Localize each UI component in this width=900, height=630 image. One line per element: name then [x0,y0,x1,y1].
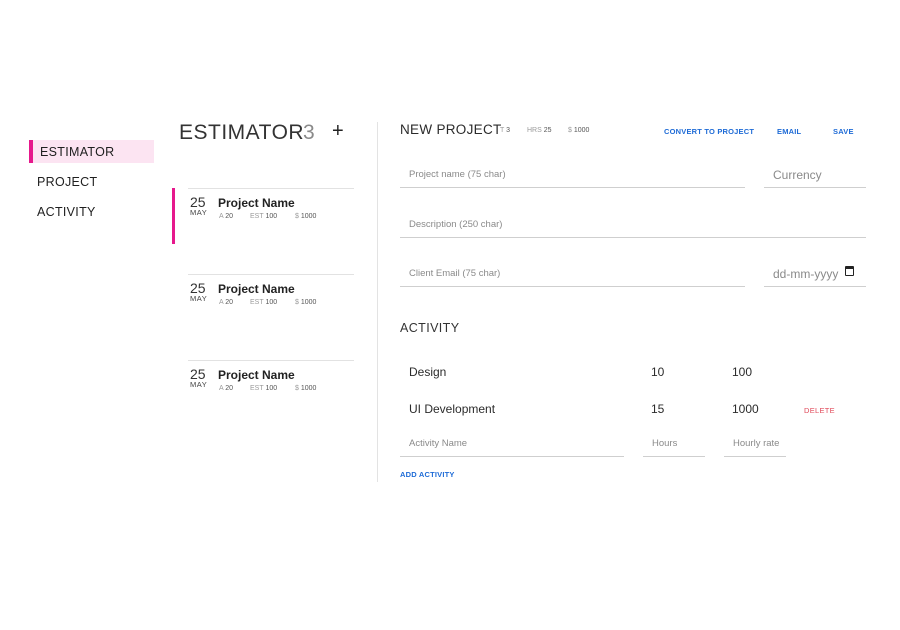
project-estimate-stat: EST 100 [250,385,278,392]
project-cost-stat: $ 1000 [295,299,317,306]
project-count: 3 [303,121,315,144]
project-activities-stat: A 20 [219,213,234,220]
project-name-input[interactable] [400,162,745,188]
cost-stat: $ 1000 [568,127,590,134]
form-title: NEW PROJECT [400,122,502,137]
activity-name[interactable]: Design [409,365,446,379]
activity-rate-input[interactable] [724,431,786,457]
sidebar-item-label: PROJECT [37,175,98,189]
list-title: ESTIMATOR [179,121,305,144]
project-name: Project Name [218,368,295,382]
sidebar-item-activity[interactable]: ACTIVITY [29,200,154,223]
sidebar-item-label: ACTIVITY [37,205,96,219]
activity-hours[interactable]: 15 [651,402,664,416]
project-estimate-stat: EST 100 [250,213,278,220]
tasks-stat: T 3 [500,127,511,134]
project-date-month: MAY [190,380,208,389]
project-date-month: MAY [190,294,208,303]
project-card[interactable]: 25 MAY Project Name A 20 EST 100 $ 1000 [188,274,354,331]
project-name: Project Name [218,282,295,296]
activity-rate[interactable]: 100 [732,365,752,379]
project-activities-stat: A 20 [219,299,234,306]
email-button[interactable]: EMAIL [777,127,801,136]
project-name: Project Name [218,196,295,210]
calendar-icon[interactable] [845,266,854,276]
project-card[interactable]: 25 MAY Project Name A 20 EST 100 $ 1000 [188,360,354,417]
project-card[interactable]: 25 MAY Project Name A 20 EST 100 $ 1000 [188,188,354,245]
add-activity-button[interactable]: ADD ACTIVITY [400,470,455,479]
activity-hours-input[interactable] [643,431,705,457]
project-cost-stat: $ 1000 [295,385,317,392]
hours-stat: HRS 25 [527,127,552,134]
column-divider [377,122,378,482]
convert-to-project-button[interactable]: CONVERT TO PROJECT [664,127,754,136]
activity-hours[interactable]: 10 [651,365,664,379]
project-activities-stat: A 20 [219,385,234,392]
project-date-month: MAY [190,208,208,217]
sidebar-item-estimator[interactable]: ESTIMATOR [29,140,154,163]
description-input[interactable] [400,212,866,238]
project-cost-stat: $ 1000 [295,213,317,220]
client-email-input[interactable] [400,261,745,287]
delete-activity-button[interactable]: DELETE [804,406,835,415]
currency-input[interactable] [764,162,866,188]
add-project-button[interactable]: + [332,120,344,143]
project-estimate-stat: EST 100 [250,299,278,306]
activity-section-title: ACTIVITY [400,321,460,335]
activity-rate[interactable]: 1000 [732,402,759,416]
selected-card-indicator [172,188,175,244]
save-button[interactable]: SAVE [833,127,854,136]
sidebar-item-label: ESTIMATOR [40,145,115,159]
sidebar-item-project[interactable]: PROJECT [29,170,154,193]
activity-name[interactable]: UI Development [409,402,495,416]
activity-name-input[interactable] [400,431,624,457]
